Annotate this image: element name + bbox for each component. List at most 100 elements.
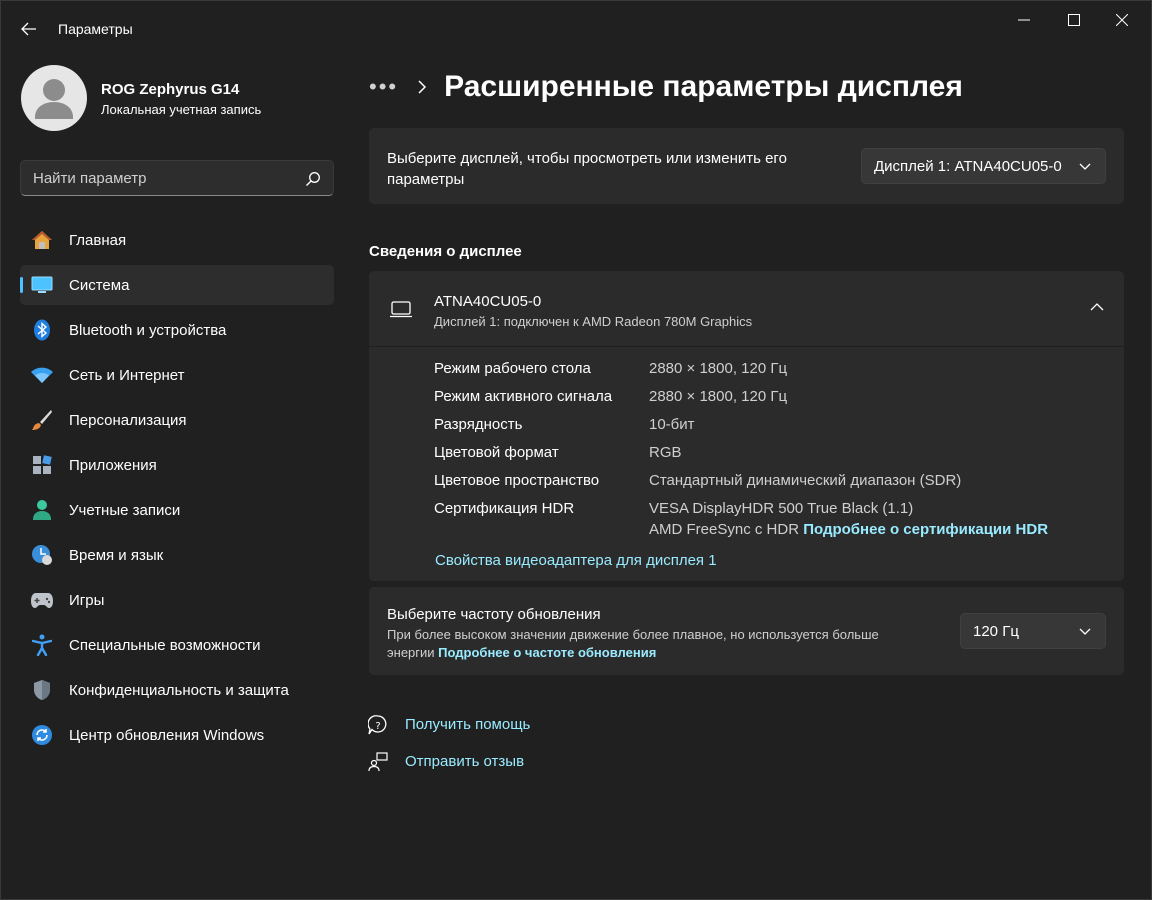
chevron-down-icon: [1079, 628, 1091, 635]
display-dropdown-value: Дисплей 1: ATNA40CU05-0: [874, 158, 1062, 175]
bluetooth-icon: [30, 319, 54, 341]
sidebar-item-time-language[interactable]: Время и язык: [20, 535, 334, 575]
update-icon: [30, 724, 54, 746]
sidebar-item-home[interactable]: Главная: [20, 220, 334, 260]
sidebar-item-accessibility[interactable]: Специальные возможности: [20, 625, 334, 665]
time-language-icon: [30, 544, 54, 566]
prop-value: Стандартный динамический диапазон (SDR): [649, 472, 962, 489]
maximize-icon: [1068, 14, 1080, 26]
account-icon: [30, 499, 54, 521]
prop-value: 2880 × 1800, 120 Гц: [649, 388, 788, 405]
back-button[interactable]: [13, 15, 45, 43]
display-connection: Дисплей 1: подключен к AMD Radeon 780M G…: [434, 314, 753, 329]
refresh-rate-dropdown[interactable]: 120 Гц: [960, 613, 1106, 649]
sidebar-item-windows-update[interactable]: Центр обновления Windows: [20, 715, 334, 755]
prop-label: Разрядность: [434, 416, 523, 433]
hdr-certification-link[interactable]: Подробнее о сертификации HDR: [803, 521, 1048, 538]
freesync-text: AMD FreeSync с HDR: [649, 521, 800, 538]
accessibility-icon: [30, 634, 54, 656]
sidebar-item-label: Время и язык: [69, 547, 164, 564]
chevron-down-icon: [1079, 163, 1091, 170]
sidebar-item-bluetooth[interactable]: Bluetooth и устройства: [20, 310, 334, 350]
minimize-icon: [1018, 19, 1030, 21]
prop-label: Цветовой формат: [434, 444, 559, 461]
title-bar: Параметры: [1, 1, 1151, 57]
prop-label: Сертификация HDR: [434, 500, 575, 517]
search-icon[interactable]: [305, 171, 321, 187]
feedback-row[interactable]: Отправить отзыв: [367, 750, 524, 774]
sidebar-item-gaming[interactable]: Игры: [20, 580, 334, 620]
display-select-label: Выберите дисплей, чтобы просмотреть или …: [387, 150, 787, 188]
search-input[interactable]: Найти параметр: [33, 170, 147, 187]
system-monitor-icon: [30, 274, 54, 296]
prop-value: RGB: [649, 444, 682, 461]
close-icon: [1116, 14, 1128, 26]
close-button[interactable]: [1099, 1, 1145, 39]
hdr-freesync-value: AMD FreeSync с HDR Подробнее о сертифика…: [649, 521, 1048, 538]
home-icon: [30, 229, 54, 251]
settings-window: Параметры ROG Zephyrus G14 Локальная уче…: [0, 0, 1152, 900]
avatar[interactable]: [21, 65, 87, 131]
display-info-header[interactable]: ATNA40CU05-0 Дисплей 1: подключен к AMD …: [369, 271, 1124, 347]
prop-label: Режим рабочего стола: [434, 360, 591, 377]
sidebar-item-apps[interactable]: Приложения: [20, 445, 334, 485]
user-silhouette-icon: [35, 79, 73, 119]
send-feedback-link[interactable]: Отправить отзыв: [405, 753, 524, 770]
sidebar-item-accounts[interactable]: Учетные записи: [20, 490, 334, 530]
get-help-link[interactable]: Получить помощь: [405, 716, 530, 733]
sidebar-item-network[interactable]: Сеть и Интернет: [20, 355, 334, 395]
prop-value: VESA DisplayHDR 500 True Black (1.1): [649, 500, 914, 517]
sidebar-item-label: Система: [69, 277, 130, 294]
brush-icon: [30, 409, 54, 431]
sidebar-item-label: Специальные возможности: [69, 637, 261, 654]
app-title: Параметры: [58, 21, 133, 37]
prop-value: 2880 × 1800, 120 Гц: [649, 360, 788, 377]
prop-label: Цветовое пространство: [434, 472, 600, 489]
sidebar-item-personalization[interactable]: Персонализация: [20, 400, 334, 440]
user-name: ROG Zephyrus G14: [101, 81, 240, 98]
sidebar-item-label: Персонализация: [69, 412, 187, 429]
maximize-button[interactable]: [1051, 1, 1097, 39]
help-icon: ?: [367, 714, 389, 736]
feedback-icon: [367, 751, 389, 773]
get-help-row[interactable]: ? Получить помощь: [367, 713, 530, 737]
section-title: Сведения о дисплее: [369, 243, 522, 260]
refresh-rate-card: Выберите частоту обновления При более вы…: [369, 587, 1124, 675]
sidebar-item-label: Главная: [69, 232, 127, 249]
svg-text:?: ?: [375, 721, 380, 732]
chevron-up-icon[interactable]: [1090, 302, 1104, 312]
sidebar-item-label: Конфиденциальность и защита: [69, 682, 289, 699]
sidebar-nav: Главная Система Bluetooth и устройства С…: [20, 220, 334, 760]
page-title: Расширенные параметры дисплея: [444, 70, 963, 103]
sidebar-item-label: Приложения: [69, 457, 157, 474]
display-select-card: Выберите дисплей, чтобы просмотреть или …: [369, 128, 1124, 204]
laptop-icon: [390, 301, 412, 318]
display-dropdown[interactable]: Дисплей 1: ATNA40CU05-0: [861, 148, 1106, 184]
breadcrumb: ••• Расширенные параметры дисплея: [369, 65, 963, 109]
sidebar-item-label: Центр обновления Windows: [69, 727, 265, 744]
breadcrumb-more-button[interactable]: •••: [369, 74, 398, 100]
back-arrow-icon: [21, 22, 36, 36]
sidebar-item-label: Учетные записи: [69, 502, 181, 519]
chevron-right-icon: [418, 80, 427, 94]
display-info-card: ATNA40CU05-0 Дисплей 1: подключен к AMD …: [369, 271, 1124, 581]
refresh-rate-title: Выберите частоту обновления: [387, 606, 601, 623]
wifi-icon: [30, 364, 54, 386]
sidebar-item-label: Игры: [69, 592, 105, 609]
refresh-rate-link[interactable]: Подробнее о частоте обновления: [438, 645, 656, 660]
minimize-button[interactable]: [1001, 1, 1047, 39]
adapter-properties-link[interactable]: Свойства видеоадаптера для дисплея 1: [435, 552, 717, 569]
shield-icon: [30, 679, 54, 701]
search-box[interactable]: Найти параметр: [20, 160, 334, 196]
gamepad-icon: [30, 589, 54, 611]
sidebar-item-system[interactable]: Система: [20, 265, 334, 305]
sidebar-item-privacy[interactable]: Конфиденциальность и защита: [20, 670, 334, 710]
refresh-rate-description: При более высоком значении движение боле…: [387, 626, 927, 662]
prop-value: 10-бит: [649, 416, 695, 433]
sidebar-item-label: Bluetooth и устройства: [69, 322, 227, 339]
refresh-rate-dropdown-value: 120 Гц: [973, 623, 1019, 640]
apps-icon: [30, 454, 54, 476]
sidebar-item-label: Сеть и Интернет: [69, 367, 185, 384]
display-name: ATNA40CU05-0: [434, 293, 542, 310]
selection-indicator: [20, 277, 23, 293]
